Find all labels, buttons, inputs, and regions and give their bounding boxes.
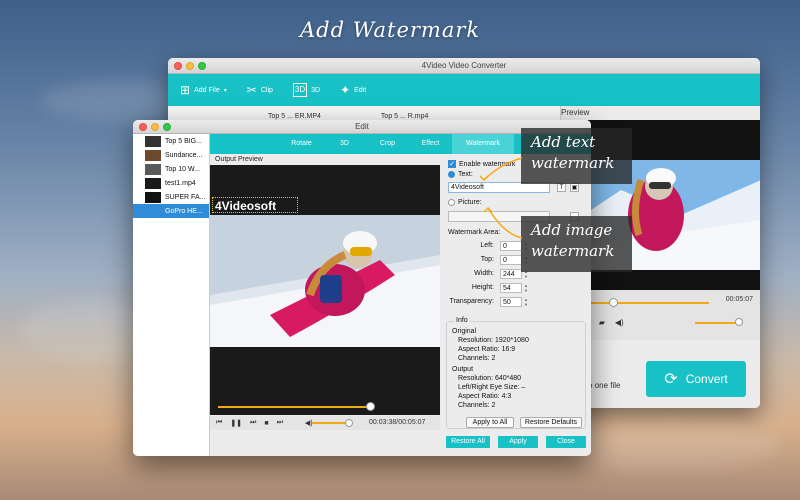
original-channels: Channels: 2	[458, 355, 496, 362]
original-resolution: Resolution: 1920*1080	[458, 337, 529, 344]
color-button[interactable]: ▣	[570, 183, 579, 192]
edit-button[interactable]: ✦ Edit	[340, 84, 366, 96]
merge-label: o one file	[588, 381, 621, 390]
transparency-label: Transparency:	[449, 298, 494, 305]
width-label: Width:	[474, 270, 494, 277]
apply-button[interactable]: Apply	[498, 436, 538, 448]
width-input[interactable]: 244	[500, 269, 522, 279]
preview-volume-handle[interactable]	[735, 318, 743, 326]
list-item[interactable]: test1.mp4	[133, 176, 209, 190]
stop-icon[interactable]: ■	[264, 420, 268, 427]
next-icon[interactable]: ⏭	[277, 419, 283, 427]
original-heading: Original	[452, 328, 477, 335]
height-stepper[interactable]: ▲ ▼	[524, 283, 529, 293]
minimize-window-button[interactable]	[186, 62, 194, 70]
top-input[interactable]: 0	[500, 255, 522, 265]
fast-forward-icon[interactable]: ⏭	[250, 419, 256, 427]
snowboard-image	[210, 215, 440, 347]
add-file-button[interactable]: ⊞ Add File ▾	[180, 84, 227, 96]
add-file-icon: ⊞	[180, 83, 191, 97]
radio-selected-icon	[448, 171, 455, 178]
list-item-selected[interactable]: GoPro HE...	[133, 204, 209, 218]
video-thumbnail	[145, 163, 161, 175]
output-eye-size: Left/Right Eye Size: –	[458, 384, 526, 391]
playback-progress-track[interactable]	[218, 406, 373, 408]
video-thumbnail	[145, 205, 161, 217]
preview-progress-handle[interactable]	[609, 298, 618, 307]
height-input[interactable]: 54	[500, 283, 522, 293]
edit-icon: ✦	[340, 83, 351, 97]
close-window-button[interactable]	[174, 62, 182, 70]
edit-title: Edit	[355, 122, 369, 131]
callout-arrows	[479, 157, 523, 239]
close-button[interactable]: Close	[546, 436, 586, 448]
edit-minimize-button[interactable]	[151, 123, 159, 131]
edit-close-button[interactable]	[139, 123, 147, 131]
transparency-stepper[interactable]: ▲ ▼	[524, 297, 529, 307]
convert-button[interactable]: ⟳ Convert	[646, 361, 746, 397]
edit-zoom-button[interactable]	[163, 123, 171, 131]
output-video-frame	[210, 215, 440, 347]
tab-3d[interactable]: 3D	[323, 134, 366, 154]
headline: Add Watermark	[300, 18, 481, 42]
restore-all-button[interactable]: Restore All	[446, 436, 490, 448]
restore-defaults-button[interactable]: Restore Defaults	[520, 417, 582, 428]
clip-button[interactable]: ✂ Clip	[247, 84, 273, 96]
preview-time: 00:05:07	[725, 296, 753, 303]
preview-label: Preview	[561, 108, 590, 117]
list-item[interactable]: Top 5 BIG...	[133, 134, 209, 148]
video-thumbnail	[145, 191, 161, 203]
list-item[interactable]: Sundance...	[133, 148, 209, 162]
pause-icon[interactable]: ❚❚	[230, 419, 242, 427]
list-item[interactable]: SUPER FA...	[133, 190, 209, 204]
converter-toolbar: ⊞ Add File ▾ ✂ Clip 3D 3D ✦ Edit	[168, 74, 760, 106]
tab-effect[interactable]: Effect	[409, 134, 452, 154]
transparency-input[interactable]: 50	[500, 297, 522, 307]
previous-icon[interactable]: ⏮	[216, 419, 222, 427]
original-aspect: Aspect Ratio: 16:9	[458, 346, 516, 353]
output-preview-video: 4Videosoft	[210, 165, 440, 415]
scissors-icon: ✂	[246, 83, 257, 97]
watermark-overlay-text[interactable]: 4Videosoft	[212, 197, 298, 213]
text-watermark-callout: Add text watermark	[521, 128, 632, 184]
converter-titlebar: 4Video Video Converter	[168, 58, 760, 74]
image-watermark-callout: Add image watermark	[521, 216, 632, 272]
video-thumbnail	[145, 149, 161, 161]
folder-icon[interactable]: ▰	[599, 318, 605, 327]
3d-icon: 3D	[292, 83, 308, 97]
volume-icon[interactable]: ◀)	[615, 318, 624, 327]
height-label: Height:	[471, 284, 494, 291]
tab-rotate[interactable]: Rotate	[280, 134, 323, 154]
output-heading: Output	[452, 366, 474, 373]
volume-handle[interactable]	[345, 419, 353, 427]
list-item[interactable]: Top 10 W...	[133, 162, 209, 176]
3d-button[interactable]: 3D 3D	[292, 83, 320, 97]
edit-bottom-bar: Restore All Apply Close	[440, 432, 591, 456]
converter-title: 4Video Video Converter	[421, 61, 507, 70]
zoom-window-button[interactable]	[198, 62, 206, 70]
info-heading: Info	[454, 317, 470, 324]
video-thumbnail	[145, 135, 161, 147]
chevron-down-icon[interactable]: ▾	[224, 87, 227, 94]
output-preview-label: Output Preview	[215, 156, 263, 163]
font-button[interactable]: T	[557, 183, 566, 192]
tab-crop[interactable]: Crop	[366, 134, 409, 154]
output-resolution: Resolution: 640*480	[458, 375, 522, 382]
video-thumbnail	[145, 177, 161, 189]
output-channels: Channels: 2	[458, 402, 496, 409]
playback-progress-handle[interactable]	[366, 402, 375, 411]
edit-file-list: Top 5 BIG... Sundance... Top 10 W... tes…	[133, 134, 210, 456]
checkmark-icon: ✓	[448, 160, 456, 168]
playback-time: 00:03:38/00:05:07	[369, 419, 426, 426]
output-aspect: Aspect Ratio: 4:3	[458, 393, 512, 400]
top-label: Top:	[480, 256, 494, 263]
refresh-icon: ⟳	[664, 371, 678, 388]
radio-empty-icon	[448, 199, 455, 206]
volume-slider[interactable]	[312, 422, 348, 424]
apply-to-all-button[interactable]: Apply to All	[466, 417, 514, 428]
